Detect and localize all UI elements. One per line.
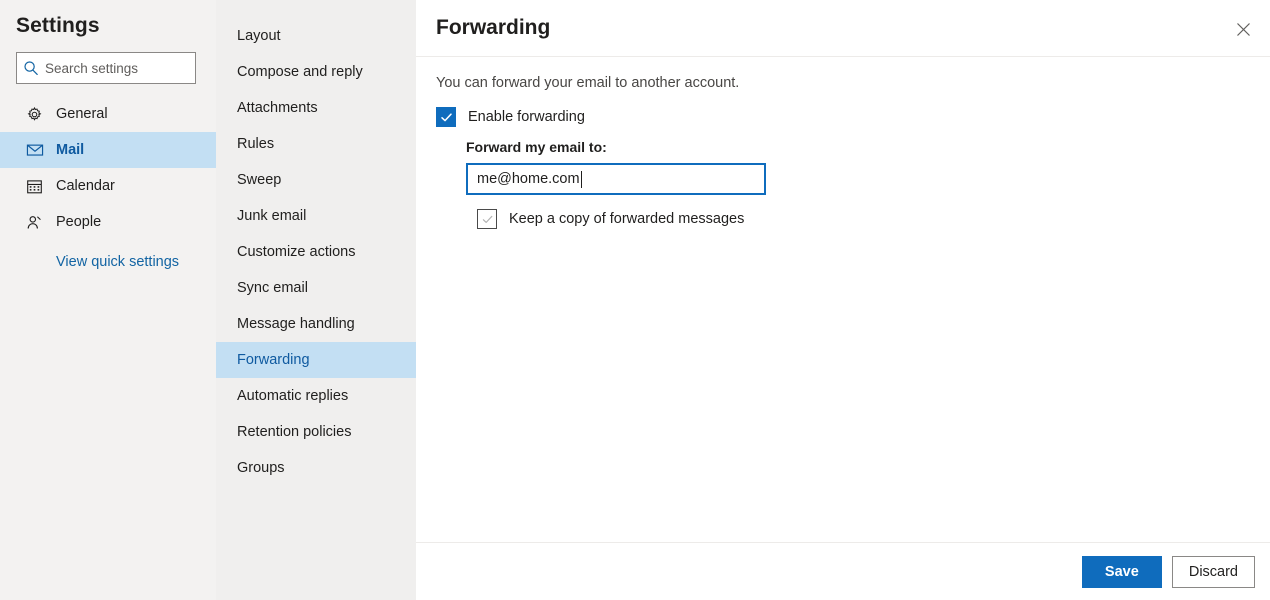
sidebar-item-label: People — [56, 214, 102, 230]
keep-copy-label: Keep a copy of forwarded messages — [509, 211, 745, 227]
discard-button[interactable]: Discard — [1171, 555, 1255, 588]
subnav-item-layout[interactable]: Layout — [216, 18, 416, 54]
subnav-item-forwarding[interactable]: Forwarding — [216, 342, 416, 378]
sidebar-item-people[interactable]: People — [0, 204, 216, 240]
subnav-item-junk-email[interactable]: Junk email — [216, 198, 416, 234]
search-input[interactable] — [45, 60, 185, 76]
page-title: Forwarding — [436, 16, 551, 39]
sidebar-nav-list: General Mail Calendar People — [0, 96, 216, 240]
subnav-item-automatic-replies[interactable]: Automatic replies — [216, 378, 416, 414]
settings-sidebar: Settings G — [0, 0, 216, 600]
forward-to-value: me@home.com — [477, 170, 580, 187]
save-button[interactable]: Save — [1081, 555, 1162, 588]
sidebar-item-label: Calendar — [56, 178, 115, 194]
subnav-item-retention-policies[interactable]: Retention policies — [216, 414, 416, 450]
settings-title: Settings — [16, 14, 100, 37]
search-icon — [17, 60, 45, 76]
sidebar-item-calendar[interactable]: Calendar — [0, 168, 216, 204]
subnav-item-customize-actions[interactable]: Customize actions — [216, 234, 416, 270]
forward-to-input[interactable]: me@home.com — [466, 163, 766, 195]
subnav-item-sync-email[interactable]: Sync email — [216, 270, 416, 306]
view-quick-settings-link[interactable]: View quick settings — [0, 254, 216, 270]
subnav-item-attachments[interactable]: Attachments — [216, 90, 416, 126]
enable-forwarding-label: Enable forwarding — [468, 109, 585, 125]
panel-body: You can forward your email to another ac… — [416, 57, 1270, 229]
gear-icon — [26, 106, 56, 123]
sidebar-item-general[interactable]: General — [0, 96, 216, 132]
subnav-item-sweep[interactable]: Sweep — [216, 162, 416, 198]
forward-to-group: Forward my email to: me@home.com Keep a … — [466, 139, 1250, 229]
envelope-icon — [26, 141, 56, 159]
subnav-item-message-handling[interactable]: Message handling — [216, 306, 416, 342]
person-icon — [26, 214, 56, 231]
text-caret — [580, 170, 582, 188]
panel-header: Forwarding — [416, 0, 1270, 57]
sidebar-item-label: General — [56, 106, 108, 122]
forwarding-panel: Forwarding You can forward your email to… — [416, 0, 1270, 600]
panel-footer: Save Discard — [416, 542, 1270, 600]
enable-forwarding-row[interactable]: Enable forwarding — [436, 107, 1250, 127]
enable-forwarding-checkbox[interactable] — [436, 107, 456, 127]
subnav-item-compose-and-reply[interactable]: Compose and reply — [216, 54, 416, 90]
subnav-item-groups[interactable]: Groups — [216, 450, 416, 486]
forward-to-label: Forward my email to: — [466, 139, 607, 155]
mail-settings-nav: Layout Compose and reply Attachments Rul… — [216, 0, 416, 600]
keep-copy-row[interactable]: Keep a copy of forwarded messages — [477, 209, 1250, 229]
subnav-item-rules[interactable]: Rules — [216, 126, 416, 162]
keep-copy-checkbox[interactable] — [477, 209, 497, 229]
close-icon[interactable] — [1226, 12, 1260, 46]
sidebar-item-label: Mail — [56, 142, 85, 158]
sidebar-item-mail[interactable]: Mail — [0, 132, 216, 168]
search-settings-box[interactable] — [16, 52, 196, 84]
calendar-icon — [26, 178, 56, 195]
forwarding-description: You can forward your email to another ac… — [436, 75, 740, 91]
settings-dialog: Settings G — [0, 0, 1270, 600]
